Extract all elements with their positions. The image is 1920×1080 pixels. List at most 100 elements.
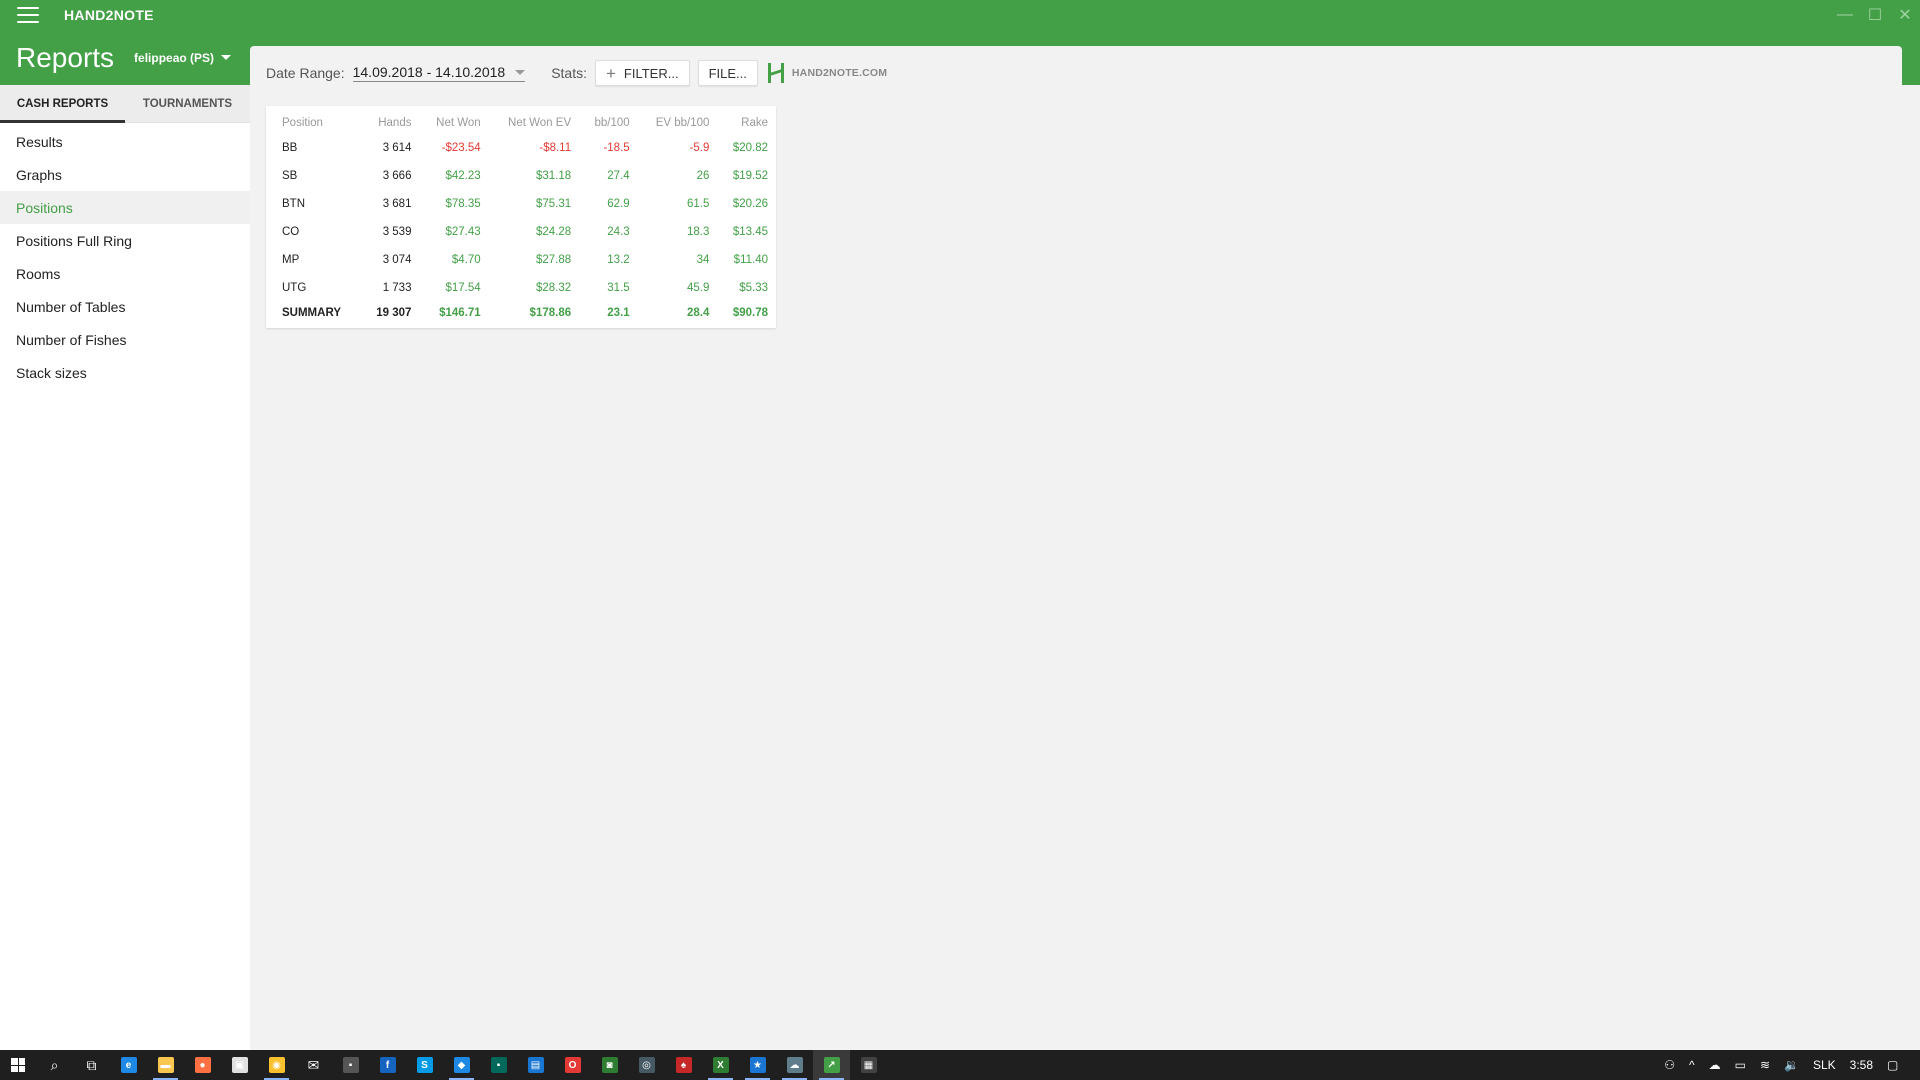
column-header-bb100[interactable]: bb/100	[579, 112, 638, 134]
cell-position: CO	[282, 226, 300, 238]
cell-position: BTN	[282, 198, 305, 210]
table-row[interactable]: BTN 3 681 $78.35 $75.31 62.9 61.5 $20.26	[266, 190, 776, 218]
calculator-icon[interactable]: ▦	[850, 1050, 887, 1080]
file-explorer-icon[interactable]: ▬	[147, 1050, 184, 1080]
hand2note-logo[interactable]: HAND2NOTE.COM	[766, 62, 887, 84]
cell-net-won: $78.35	[445, 198, 481, 210]
volume-icon[interactable]: 🔉	[1777, 1050, 1806, 1080]
cell-ev-bb100: 26	[696, 170, 710, 182]
cell-net-won-ev: -$8.11	[539, 142, 572, 154]
cell-rake: $13.45	[732, 226, 768, 238]
table-row[interactable]: MP 3 074 $4.70 $27.88 13.2 34 $11.40	[266, 246, 776, 274]
office-icon[interactable]: O	[554, 1050, 591, 1080]
clock[interactable]: 3:58	[1843, 1050, 1880, 1080]
chevron-up-icon[interactable]: ^	[1682, 1050, 1702, 1080]
app-icon-green[interactable]: ◙	[591, 1050, 628, 1080]
cell-position: UTG	[282, 282, 307, 294]
task-view-icon[interactable]: ⧉	[73, 1050, 110, 1080]
summary-bb100: 23.1	[607, 307, 630, 319]
sidebar-item-graphs[interactable]: Graphs	[0, 158, 250, 191]
chrome-icon[interactable]: ◉	[258, 1050, 295, 1080]
store-icon-glyph: ▣	[231, 1057, 248, 1073]
battery-icon[interactable]: ▭	[1728, 1050, 1753, 1080]
date-range-label: Date Range:	[266, 65, 345, 81]
date-range-selector[interactable]: 14.09.2018 - 14.10.2018	[352, 64, 526, 82]
wifi-icon[interactable]: ≋	[1753, 1050, 1777, 1080]
maximize-button[interactable]: ☐	[1860, 0, 1890, 30]
close-button[interactable]: ✕	[1890, 0, 1920, 30]
cell-net-won-ev: $27.88	[535, 254, 572, 266]
filter-button[interactable]: + FILTER...	[594, 60, 690, 86]
app-icon-cloud-glyph: ☁	[786, 1057, 803, 1073]
skype-icon-glyph: S	[416, 1057, 433, 1073]
pokerstars-icon[interactable]: ♠	[665, 1050, 702, 1080]
language-indicator[interactable]: SLK	[1806, 1050, 1843, 1080]
cell-rake: $20.26	[732, 198, 768, 210]
start-button[interactable]	[0, 1050, 36, 1080]
summary-net-won: $146.71	[439, 307, 481, 319]
cell-hands: 3 074	[382, 254, 412, 266]
column-header-position[interactable]: Position	[266, 112, 361, 134]
account-selector[interactable]: felippeao (PS)	[134, 50, 232, 65]
title-bar: HAND2NOTE — ☐ ✕	[0, 0, 1920, 30]
messenger-icon[interactable]: ◆	[443, 1050, 480, 1080]
cell-net-won: -$23.54	[441, 142, 481, 154]
cell-bb100: 31.5	[607, 282, 630, 294]
sidebar-item-results[interactable]: Results	[0, 125, 250, 158]
tab-tournaments[interactable]: TOURNAMENTS	[125, 85, 250, 122]
minimize-button[interactable]: —	[1830, 0, 1860, 30]
tab-cash-reports[interactable]: CASH REPORTS	[0, 85, 125, 123]
column-header-net-won[interactable]: Net Won	[419, 112, 488, 134]
firefox-icon[interactable]: ●	[184, 1050, 221, 1080]
cell-hands: 1 733	[382, 282, 412, 294]
app-icon-f[interactable]: f	[369, 1050, 406, 1080]
skype-icon[interactable]: S	[406, 1050, 443, 1080]
mail-icon[interactable]: ✉	[295, 1050, 332, 1080]
app-icon-dark-glyph: ▪	[342, 1057, 359, 1073]
column-header-hands[interactable]: Hands	[361, 112, 420, 134]
sidebar-item-number-of-tables[interactable]: Number of Tables	[0, 290, 250, 323]
app-icon-cloud[interactable]: ☁	[776, 1050, 813, 1080]
office-icon-glyph: O	[564, 1057, 581, 1073]
notification-icon[interactable]: ▢	[1880, 1050, 1920, 1080]
steam-icon[interactable]: ◎	[628, 1050, 665, 1080]
sidebar-item-positions-full-ring[interactable]: Positions Full Ring	[0, 224, 250, 257]
messenger-icon-glyph: ◆	[453, 1057, 470, 1073]
app-icon-star[interactable]: ★	[739, 1050, 776, 1080]
column-header-net-won-ev[interactable]: Net Won EV	[489, 112, 579, 134]
sidebar-item-number-of-fishes[interactable]: Number of Fishes	[0, 323, 250, 356]
table-header-row: Position Hands Net Won Net Won EV bb/100…	[266, 112, 776, 134]
cell-hands: 3 666	[382, 170, 412, 182]
store-icon[interactable]: ▣	[221, 1050, 258, 1080]
hand2note-icon-glyph: ↗	[823, 1057, 840, 1073]
app-icon-green-glyph: ◙	[601, 1057, 618, 1073]
people-icon[interactable]: ⚇	[1657, 1050, 1682, 1080]
sidebar-item-rooms[interactable]: Rooms	[0, 257, 250, 290]
cell-position: MP	[282, 254, 300, 266]
date-range-value: 14.09.2018 - 14.10.2018	[352, 64, 506, 80]
cell-ev-bb100: 34	[696, 254, 710, 266]
column-header-rake[interactable]: Rake	[717, 112, 776, 134]
sidebar-item-positions[interactable]: Positions	[0, 191, 250, 224]
search-icon[interactable]: ⌕	[36, 1050, 73, 1080]
onedrive-icon[interactable]: ☁	[1702, 1050, 1728, 1080]
account-name: felippeao (PS)	[134, 50, 215, 65]
table-row[interactable]: SB 3 666 $42.23 $31.18 27.4 26 $19.52	[266, 162, 776, 190]
column-header-ev-bb100[interactable]: EV bb/100	[638, 112, 718, 134]
cell-net-won: $17.54	[445, 282, 481, 294]
table-row[interactable]: UTG 1 733 $17.54 $28.32 31.5 45.9 $5.33	[266, 274, 776, 302]
cell-net-won-ev: $24.28	[535, 226, 572, 238]
hand2note-icon[interactable]: ↗	[813, 1050, 850, 1080]
toolbar: Date Range: 14.09.2018 - 14.10.2018 Stat…	[266, 60, 887, 86]
table-row[interactable]: BB 3 614 -$23.54 -$8.11 -18.5 -5.9 $20.82	[266, 134, 776, 162]
file-button[interactable]: FILE...	[697, 60, 758, 86]
app-icon-dark[interactable]: ▪	[332, 1050, 369, 1080]
edge-icon[interactable]: e	[110, 1050, 147, 1080]
table-row[interactable]: CO 3 539 $27.43 $24.28 24.3 18.3 $13.45	[266, 218, 776, 246]
app-icon-blue[interactable]: ▤	[517, 1050, 554, 1080]
hamburger-menu-icon[interactable]	[17, 7, 39, 23]
app-icon-teal[interactable]: ▪	[480, 1050, 517, 1080]
sidebar-item-stack-sizes[interactable]: Stack sizes	[0, 356, 250, 389]
excel-icon[interactable]: X	[702, 1050, 739, 1080]
cell-ev-bb100: 45.9	[687, 282, 710, 294]
